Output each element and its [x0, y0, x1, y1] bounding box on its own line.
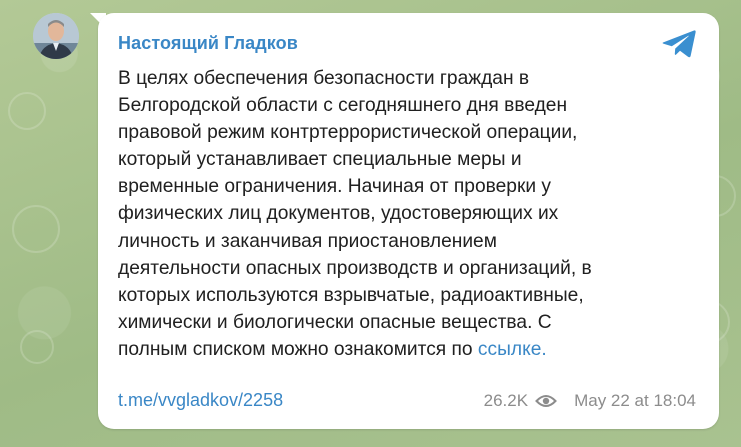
telegram-icon[interactable]	[661, 29, 697, 59]
message-body: В целях обеспечения безопасности граждан…	[118, 68, 592, 360]
channel-name[interactable]: Настоящий Гладков	[118, 33, 298, 54]
wallpaper-doodle	[12, 205, 60, 253]
message-text: В целях обеспечения безопасности граждан…	[118, 65, 703, 363]
message-meta: 26.2K May 22 at 18:04	[484, 391, 696, 411]
post-link[interactable]: t.me/vvgladkov/2258	[118, 390, 283, 411]
view-count: 26.2K	[483, 391, 529, 410]
message-bubble: Настоящий Гладков В целях обеспечения бе…	[98, 13, 719, 429]
message-timestamp: May 22 at 18:04	[574, 391, 696, 410]
wallpaper-doodle	[20, 330, 54, 364]
eye-icon	[535, 393, 557, 409]
wallpaper-doodle	[8, 92, 46, 130]
channel-avatar[interactable]	[33, 13, 79, 59]
avatar-photo	[33, 13, 79, 59]
message-inline-link[interactable]: ссылке.	[478, 339, 547, 360]
